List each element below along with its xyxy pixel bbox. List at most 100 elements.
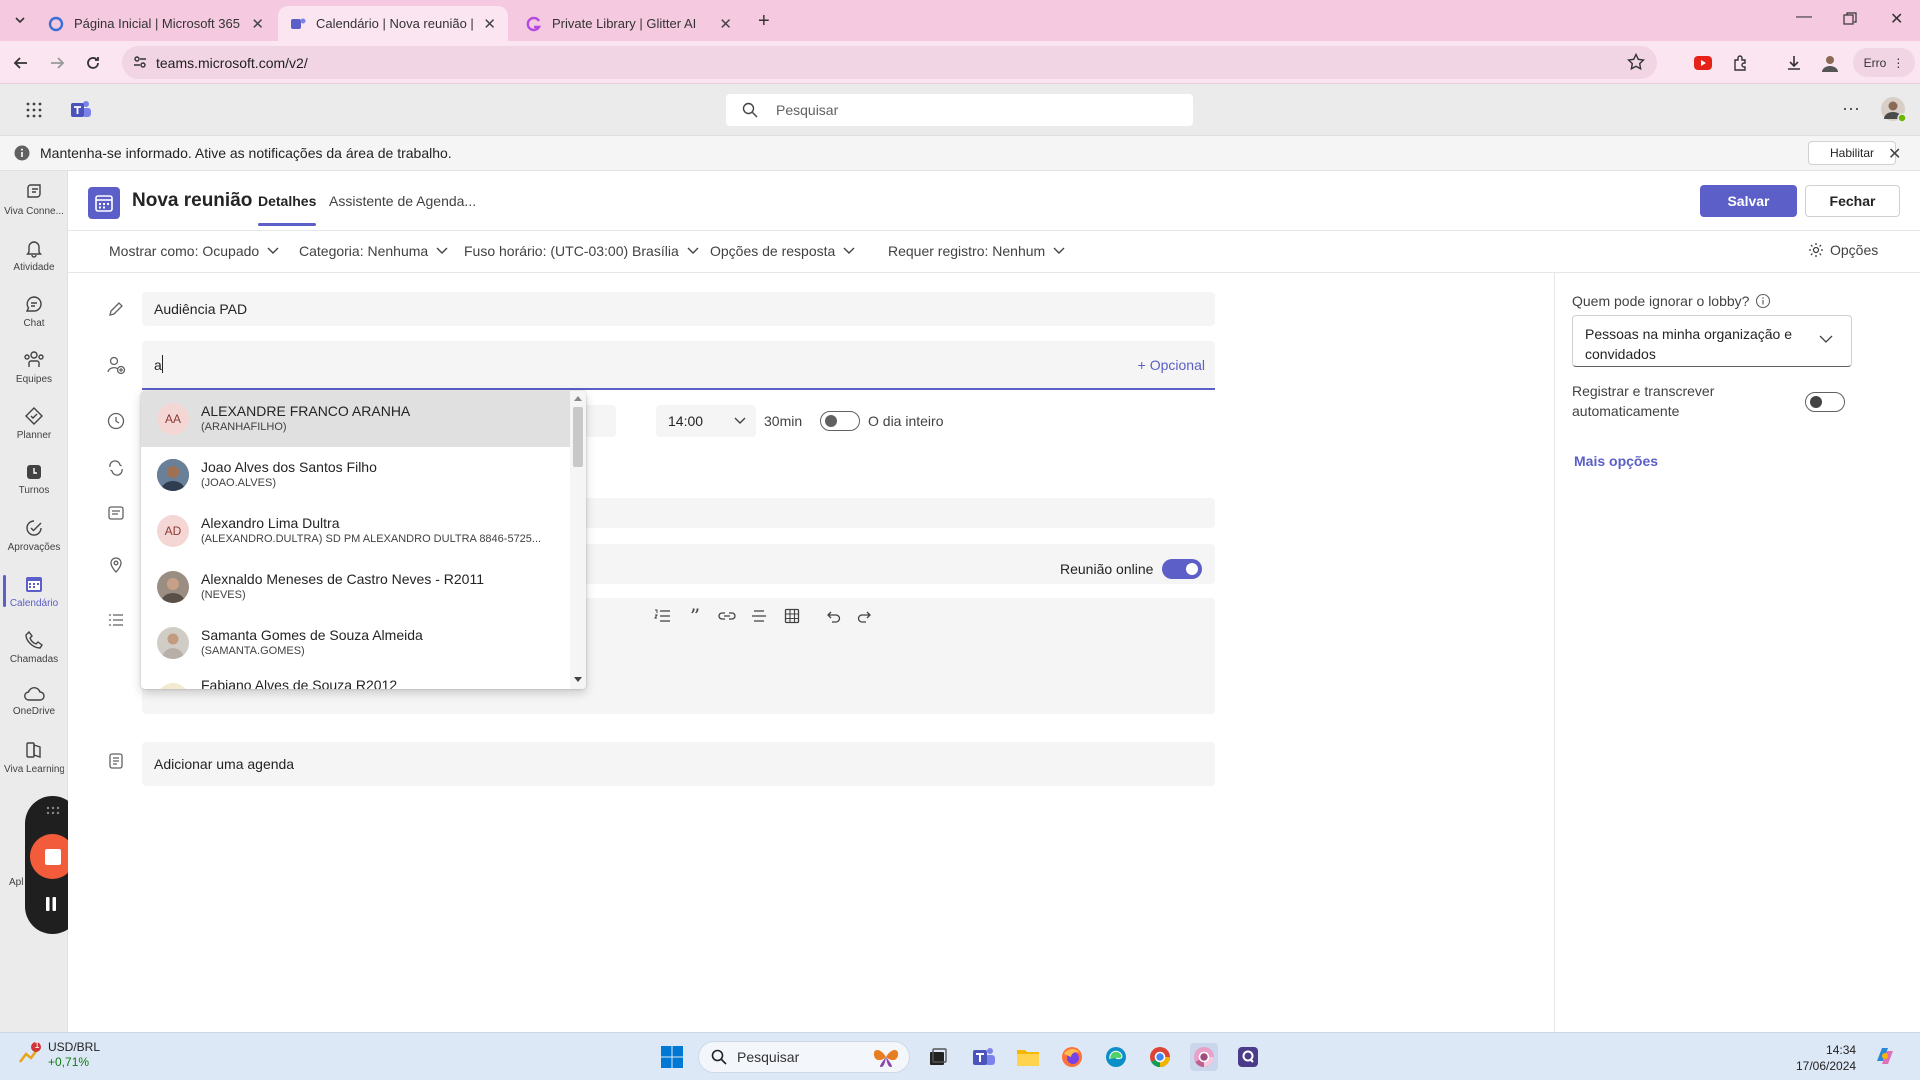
person-name: Alexnaldo Meneses de Castro Neves - R201…	[201, 571, 485, 587]
profile-error-button[interactable]: Erro ⋮	[1853, 48, 1915, 77]
rail-item-approvals[interactable]: Aprovações	[0, 507, 68, 563]
quote-icon[interactable]: ”	[684, 604, 706, 628]
response-options-dropdown[interactable]: Opções de resposta	[710, 243, 855, 259]
back-arrow-icon[interactable]	[10, 53, 32, 73]
rail-item-shifts[interactable]: Turnos	[0, 451, 68, 507]
edge-icon[interactable]	[1102, 1043, 1130, 1071]
timezone-dropdown[interactable]: Fuso horário: (UTC-03:00) Brasília	[464, 243, 699, 259]
attendees-input[interactable]: a + Opcional	[142, 341, 1215, 390]
teams-taskbar-icon[interactable]	[970, 1043, 998, 1071]
tab-details[interactable]: Detalhes	[258, 193, 317, 226]
person-alias: (ARANHAFILHO)	[201, 421, 287, 433]
meeting-title-input[interactable]: Audiência PAD	[142, 292, 1215, 326]
drag-handle-icon[interactable]	[46, 806, 60, 816]
tab-close-icon[interactable]: ✕	[251, 15, 264, 33]
list-item[interactable]: AD Alexandro Lima Dultra (ALEXANDRO.DULT…	[141, 503, 570, 559]
list-item[interactable]: Joao Alves dos Santos Filho (JOAO.ALVES)	[141, 447, 570, 503]
enable-notifications-button[interactable]: Habilitar	[1808, 141, 1896, 165]
widgets-ticker[interactable]: 1 USD/BRL +0,71%	[16, 1040, 100, 1070]
file-explorer-icon[interactable]	[1014, 1043, 1042, 1071]
rail-item-calls[interactable]: Chamadas	[0, 619, 68, 675]
redo-icon[interactable]	[854, 606, 876, 626]
system-clock[interactable]: 14:34 17/06/2024	[1796, 1042, 1856, 1074]
rail-item-viva-connections[interactable]: Viva Conne...	[0, 171, 68, 227]
minimize-icon[interactable]: —	[1796, 8, 1812, 26]
person-alias: (ALEXANDRO.DULTRA) SD PM ALEXANDRO DULTR…	[201, 533, 542, 545]
more-options-icon[interactable]: ···	[1842, 98, 1860, 119]
tab-glitter[interactable]: Private Library | Glitter AI ✕	[514, 6, 744, 41]
teams-search-input[interactable]: Pesquisar	[726, 94, 1193, 126]
category-dropdown[interactable]: Categoria: Nenhuma	[299, 243, 448, 259]
youtube-extension-icon[interactable]	[1692, 52, 1714, 74]
list-item[interactable]: AA ALEXANDRE FRANCO ARANHA (ARANHAFILHO)	[141, 391, 570, 447]
more-options-link[interactable]: Mais opções	[1574, 453, 1658, 469]
user-avatar[interactable]	[1880, 96, 1906, 122]
list-item[interactable]: Fabiano Alves de Souza R2012	[141, 671, 570, 689]
list-item[interactable]: Samanta Gomes de Souza Almeida (SAMANTA.…	[141, 615, 570, 671]
list-item[interactable]: Alexnaldo Meneses de Castro Neves - R201…	[141, 559, 570, 615]
tab-calendar[interactable]: Calendário | Nova reunião | Mic ✕	[278, 6, 508, 41]
new-tab-plus-icon[interactable]: +	[758, 10, 770, 33]
profile-avatar-icon[interactable]	[1818, 51, 1842, 75]
tab-close-icon[interactable]: ✕	[483, 15, 496, 33]
window-close-icon[interactable]: ✕	[1890, 9, 1903, 29]
lobby-bypass-select[interactable]: Pessoas na minha organização e convidado…	[1572, 315, 1852, 367]
scroll-thumb[interactable]	[573, 407, 583, 467]
save-button[interactable]: Salvar	[1700, 185, 1797, 217]
task-view-icon[interactable]	[924, 1043, 952, 1071]
rail-item-activity[interactable]: Atividade	[0, 227, 68, 283]
tab-microsoft365[interactable]: Página Inicial | Microsoft 365 ✕	[36, 6, 276, 41]
downloads-icon[interactable]	[1783, 52, 1805, 74]
table-icon[interactable]	[781, 606, 803, 626]
rail-item-onedrive[interactable]: OneDrive	[0, 673, 68, 729]
show-as-dropdown[interactable]: Mostrar como: Ocupado	[109, 243, 279, 259]
close-button[interactable]: Fechar	[1805, 185, 1900, 217]
add-agenda-input[interactable]: Adicionar uma agenda	[142, 742, 1215, 786]
record-transcribe-toggle[interactable]	[1805, 392, 1845, 412]
pause-icon[interactable]	[44, 896, 58, 912]
undo-icon[interactable]	[822, 606, 844, 626]
rail-item-chat[interactable]: Chat	[0, 283, 68, 339]
chrome-active-icon[interactable]	[1190, 1043, 1218, 1071]
copilot-icon[interactable]	[1872, 1043, 1898, 1069]
list-scrollbar[interactable]	[570, 391, 586, 689]
rail-item-planner[interactable]: Planner	[0, 395, 68, 451]
chrome-icon[interactable]	[1146, 1043, 1174, 1071]
meeting-options-bar: Mostrar como: Ocupado Categoria: Nenhuma…	[68, 231, 1920, 273]
toggle-knob	[1810, 396, 1822, 408]
forward-arrow-icon[interactable]	[46, 53, 68, 73]
rail-item-calendar[interactable]: Calendário	[0, 563, 68, 619]
tab-list-chevron-icon[interactable]	[10, 12, 30, 28]
add-optional-link[interactable]: + Opcional	[1138, 357, 1205, 373]
reload-icon[interactable]	[82, 53, 104, 73]
extensions-puzzle-icon[interactable]	[1730, 52, 1752, 74]
search-icon	[742, 102, 758, 118]
scroll-up-arrow-icon[interactable]	[574, 395, 582, 401]
person-alias: (SAMANTA.GOMES)	[201, 645, 305, 657]
app-launcher-icon[interactable]	[26, 102, 42, 118]
tab-close-icon[interactable]: ✕	[719, 15, 732, 33]
rail-item-teams[interactable]: Equipes	[0, 339, 68, 395]
tab-scheduling-assistant[interactable]: Assistente de Agenda...	[329, 193, 476, 209]
online-meeting-toggle[interactable]	[1162, 559, 1202, 579]
firefox-icon[interactable]	[1058, 1043, 1086, 1071]
windows-start-icon[interactable]	[658, 1043, 686, 1071]
numbered-list-icon[interactable]	[651, 606, 673, 626]
registration-dropdown[interactable]: Requer registro: Nenhum	[888, 243, 1065, 259]
rail-item-viva-learning[interactable]: Viva Learning	[0, 729, 68, 785]
taskbar-search[interactable]: Pesquisar	[698, 1041, 910, 1073]
all-day-toggle[interactable]	[820, 411, 860, 431]
scroll-down-arrow-icon[interactable]	[574, 677, 582, 683]
channel-icon	[106, 503, 126, 523]
horizontal-rule-icon[interactable]	[748, 606, 770, 626]
ticker-value: +0,71%	[48, 1055, 90, 1069]
link-icon[interactable]	[716, 606, 738, 626]
app-q-icon[interactable]	[1234, 1043, 1262, 1071]
notification-close-icon[interactable]: ✕	[1888, 144, 1901, 164]
site-settings-icon[interactable]	[132, 54, 148, 70]
address-bar[interactable]: teams.microsoft.com/v2/	[122, 46, 1657, 79]
restore-icon[interactable]	[1843, 12, 1857, 26]
start-time-dropdown[interactable]: 14:00	[656, 405, 756, 437]
bookmark-star-icon[interactable]	[1627, 53, 1645, 71]
options-button[interactable]: Opções	[1808, 242, 1878, 258]
